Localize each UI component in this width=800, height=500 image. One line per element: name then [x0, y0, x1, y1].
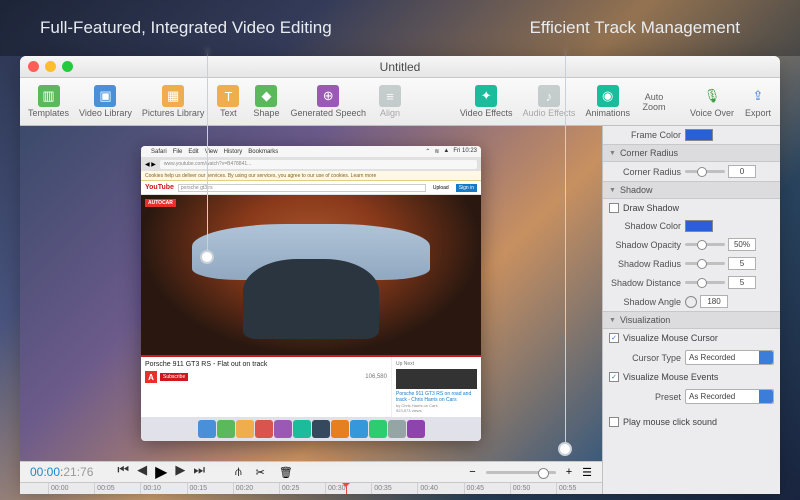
- callout-line-left: [207, 48, 208, 254]
- corner-radius-slider[interactable]: [685, 170, 725, 173]
- track-list-button[interactable]: ☰: [582, 466, 592, 479]
- youtube-signin: Sign in: [456, 184, 477, 192]
- youtube-player: AUTOCAR: [141, 195, 481, 355]
- visualize-cursor-checkbox[interactable]: [609, 333, 619, 343]
- timecode: 00:00:21:76: [30, 465, 93, 479]
- corner-radius-field[interactable]: 0: [728, 165, 756, 178]
- transport-bar: 00:00:21:76 ⏮ ◀ ▶ ▶ ⏭ ⫛ ✂ 🗑 − + ☰: [20, 461, 602, 482]
- text-button[interactable]: TText: [210, 83, 246, 120]
- step-forward-button[interactable]: ▶: [175, 462, 185, 482]
- shadow-radius-field[interactable]: 5: [728, 257, 756, 270]
- mac-dock: [141, 417, 481, 441]
- goto-end-button[interactable]: ⏭: [193, 462, 205, 482]
- goto-start-button[interactable]: ⏮: [117, 462, 129, 482]
- callout-dot-left: [200, 250, 214, 264]
- callout-line-right: [565, 48, 566, 446]
- frame-color-label: Frame Color: [609, 130, 681, 140]
- angle-dial[interactable]: [685, 296, 697, 308]
- video-library-button[interactable]: ▣Video Library: [75, 83, 136, 120]
- audio-effects-button[interactable]: ♪Audio Effects: [519, 83, 580, 120]
- export-button[interactable]: ⇪Export: [740, 83, 776, 120]
- time-ruler[interactable]: 00:0000:0500:1000:1500:2000:2500:3000:35…: [20, 483, 602, 494]
- shape-button[interactable]: ◆Shape: [248, 83, 284, 120]
- video-title: Porsche 911 GT3 RS - Flat out on track: [145, 361, 387, 368]
- visualize-events-checkbox[interactable]: [609, 372, 619, 382]
- section-corner-radius[interactable]: Corner Radius: [603, 144, 780, 162]
- delete-button[interactable]: 🗑: [279, 466, 293, 479]
- mac-menubar: Safari FileEditViewHistoryBookmarks ⌃≋▲F…: [141, 146, 481, 157]
- frame-color-swatch[interactable]: [685, 129, 713, 141]
- youtube-header: YouTube porsche gt3 rs Upload Sign in: [141, 181, 481, 195]
- callout-tracks: Efficient Track Management: [390, 18, 800, 38]
- zoom-slider[interactable]: [486, 471, 556, 474]
- video-effects-button[interactable]: ✦Video Effects: [456, 83, 517, 120]
- shadow-radius-slider[interactable]: [685, 262, 725, 265]
- cookie-banner: Cookies help us deliver our services. By…: [141, 171, 481, 181]
- toolbar: ▥Templates ▣Video Library ▦Pictures Libr…: [20, 78, 780, 126]
- playhead[interactable]: [346, 483, 347, 494]
- subscribe-button: Subscribe: [160, 373, 188, 381]
- click-sound-checkbox[interactable]: [609, 417, 619, 427]
- titlebar: Untitled: [20, 56, 780, 78]
- recorded-screen[interactable]: Safari FileEditViewHistoryBookmarks ⌃≋▲F…: [141, 146, 481, 441]
- templates-button[interactable]: ▥Templates: [24, 83, 73, 120]
- callout-dot-right: [558, 442, 572, 456]
- timeline: 00:0000:0500:1000:1500:2000:2500:3000:35…: [20, 482, 602, 494]
- shadow-color-swatch[interactable]: [685, 220, 713, 232]
- youtube-logo-icon: YouTube: [145, 184, 174, 191]
- marker-button[interactable]: ⫛: [235, 466, 242, 479]
- split-button[interactable]: ✂: [256, 466, 265, 479]
- safari-chrome: ◀ ▶ www.youtube.com/watch?v=B478841...: [141, 157, 481, 171]
- preset-select[interactable]: As Recorded: [685, 389, 774, 404]
- shadow-opacity-slider[interactable]: [685, 243, 725, 246]
- youtube-upload: Upload: [430, 184, 452, 192]
- view-count: 106,580: [365, 374, 387, 380]
- shadow-opacity-field[interactable]: 50%: [728, 238, 756, 251]
- zoom-out-button[interactable]: −: [469, 466, 475, 478]
- shadow-distance-field[interactable]: 5: [728, 276, 756, 289]
- autocar-badge: AUTOCAR: [145, 199, 176, 207]
- section-visualization[interactable]: Visualization: [603, 311, 780, 329]
- window-title: Untitled: [20, 60, 780, 74]
- shadow-distance-slider[interactable]: [685, 281, 725, 284]
- voice-over-button[interactable]: 🎙Voice Over: [686, 83, 738, 120]
- pictures-library-button[interactable]: ▦Pictures Library: [138, 83, 209, 120]
- canvas-viewport[interactable]: Safari FileEditViewHistoryBookmarks ⌃≋▲F…: [20, 126, 602, 461]
- zoom-in-button[interactable]: +: [566, 466, 572, 478]
- step-back-button[interactable]: ◀: [137, 462, 147, 482]
- shadow-angle-field[interactable]: 180: [700, 295, 728, 308]
- play-button[interactable]: ▶: [155, 462, 167, 482]
- auto-zoom-button[interactable]: Auto Zoom: [636, 90, 672, 114]
- section-shadow[interactable]: Shadow: [603, 181, 780, 199]
- channel-icon: A: [145, 371, 157, 383]
- inspector-panel: Frame Color Corner Radius Corner Radius0…: [602, 126, 780, 494]
- draw-shadow-checkbox[interactable]: [609, 203, 619, 213]
- animations-button[interactable]: ◉Animations: [581, 83, 634, 120]
- align-button[interactable]: ≡Align: [372, 83, 408, 120]
- generated-speech-button[interactable]: ⊕Generated Speech: [286, 83, 370, 120]
- callout-editing: Full-Featured, Integrated Video Editing: [0, 18, 390, 38]
- youtube-search: porsche gt3 rs: [178, 184, 426, 192]
- cursor-type-select[interactable]: As Recorded: [685, 350, 774, 365]
- app-window: Untitled ▥Templates ▣Video Library ▦Pict…: [20, 56, 780, 494]
